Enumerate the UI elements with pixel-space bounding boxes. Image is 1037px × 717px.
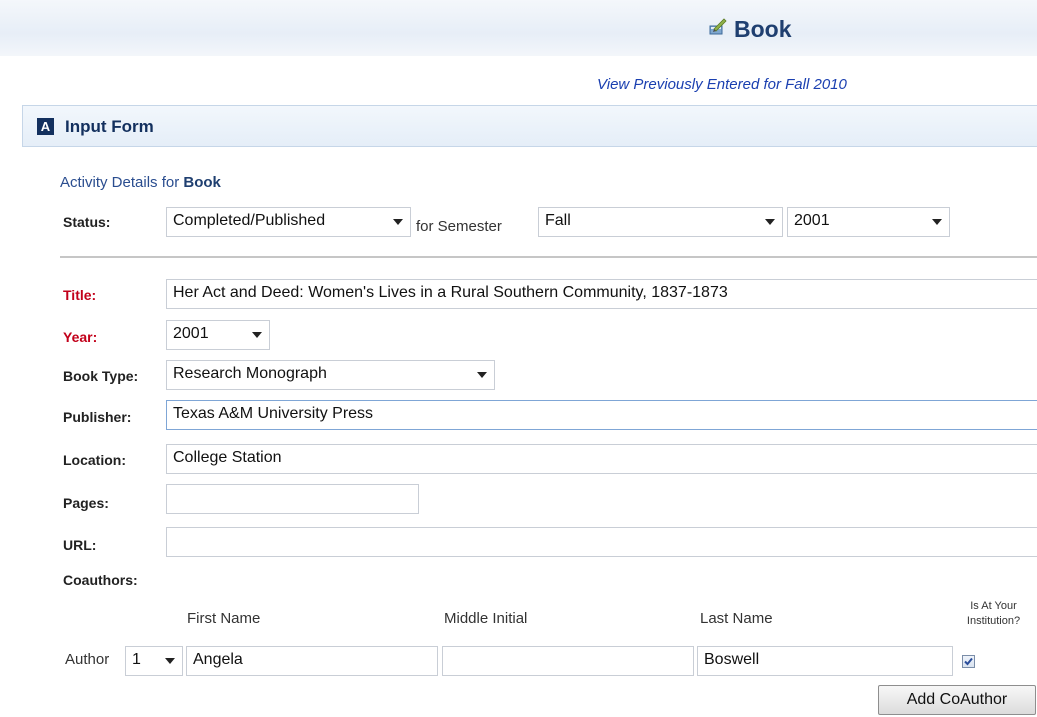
is-at-institution-checkbox[interactable] xyxy=(962,655,975,668)
publisher-input[interactable]: Texas A&M University Press xyxy=(166,400,1037,430)
semester-year-select[interactable]: 2001 xyxy=(787,207,950,237)
top-header-bar xyxy=(0,0,1037,56)
chevron-down-icon xyxy=(252,332,262,338)
coauthor-first-name-input[interactable]: Angela xyxy=(186,646,438,676)
pages-input[interactable] xyxy=(166,484,419,514)
coauthors-label: Coauthors: xyxy=(63,572,138,588)
view-previously-entered-link[interactable]: View Previously Entered for Fall 2010 xyxy=(597,76,847,93)
input-form-header: A Input Form xyxy=(22,105,1037,147)
institution-header-line2: Institution? xyxy=(966,615,1021,627)
page-title: Book xyxy=(708,14,792,44)
institution-column-header: Is At Your Institution? xyxy=(950,599,1037,629)
pen-book-icon xyxy=(708,17,728,42)
last-name-column-header: Last Name xyxy=(700,610,773,627)
middle-initial-column-header: Middle Initial xyxy=(444,610,528,627)
chevron-down-icon xyxy=(393,219,403,225)
chevron-down-icon xyxy=(932,219,942,225)
location-input[interactable]: College Station xyxy=(166,444,1037,474)
activity-heading-prefix: Activity Details for xyxy=(60,174,184,191)
institution-header-line1: Is At Your xyxy=(970,600,1017,612)
author-number-value: 1 xyxy=(132,651,141,668)
status-label: Status: xyxy=(63,214,111,230)
pages-label: Pages: xyxy=(63,495,109,511)
chevron-down-icon xyxy=(165,658,175,664)
author-number-select[interactable]: 1 xyxy=(125,646,183,676)
divider xyxy=(60,256,1037,258)
page-title-text: Book xyxy=(734,15,792,42)
year-select[interactable]: 2001 xyxy=(166,320,270,350)
activity-details-heading: Activity Details for Book xyxy=(60,174,221,191)
input-form-label: Input Form xyxy=(65,117,154,136)
year-select-value: 2001 xyxy=(173,325,209,342)
coauthor-last-name-input[interactable]: Boswell xyxy=(697,646,953,676)
status-select-value: Completed/Published xyxy=(173,212,326,229)
first-name-column-header: First Name xyxy=(187,610,261,627)
publisher-label: Publisher: xyxy=(63,409,132,425)
section-letter-badge: A xyxy=(37,118,54,135)
chevron-down-icon xyxy=(765,219,775,225)
activity-heading-type: Book xyxy=(183,174,221,191)
title-label: Title: xyxy=(63,287,97,303)
book-type-select-value: Research Monograph xyxy=(173,365,327,382)
url-label: URL: xyxy=(63,537,97,553)
year-label: Year: xyxy=(63,329,98,345)
semester-select-value: Fall xyxy=(545,212,571,229)
status-select[interactable]: Completed/Published xyxy=(166,207,411,237)
coauthor-middle-initial-input[interactable] xyxy=(442,646,694,676)
location-label: Location: xyxy=(63,452,126,468)
for-semester-label: for Semester xyxy=(416,218,502,235)
author-label: Author xyxy=(65,651,110,668)
checkmark-icon xyxy=(964,657,973,666)
url-input[interactable] xyxy=(166,527,1037,557)
chevron-down-icon xyxy=(477,372,487,378)
add-coauthor-button[interactable]: Add CoAuthor xyxy=(878,685,1036,715)
book-type-select[interactable]: Research Monograph xyxy=(166,360,495,390)
book-type-label: Book Type: xyxy=(63,368,139,384)
title-input[interactable]: Her Act and Deed: Women's Lives in a Rur… xyxy=(166,279,1037,309)
semester-select[interactable]: Fall xyxy=(538,207,783,237)
semester-year-select-value: 2001 xyxy=(794,212,830,229)
